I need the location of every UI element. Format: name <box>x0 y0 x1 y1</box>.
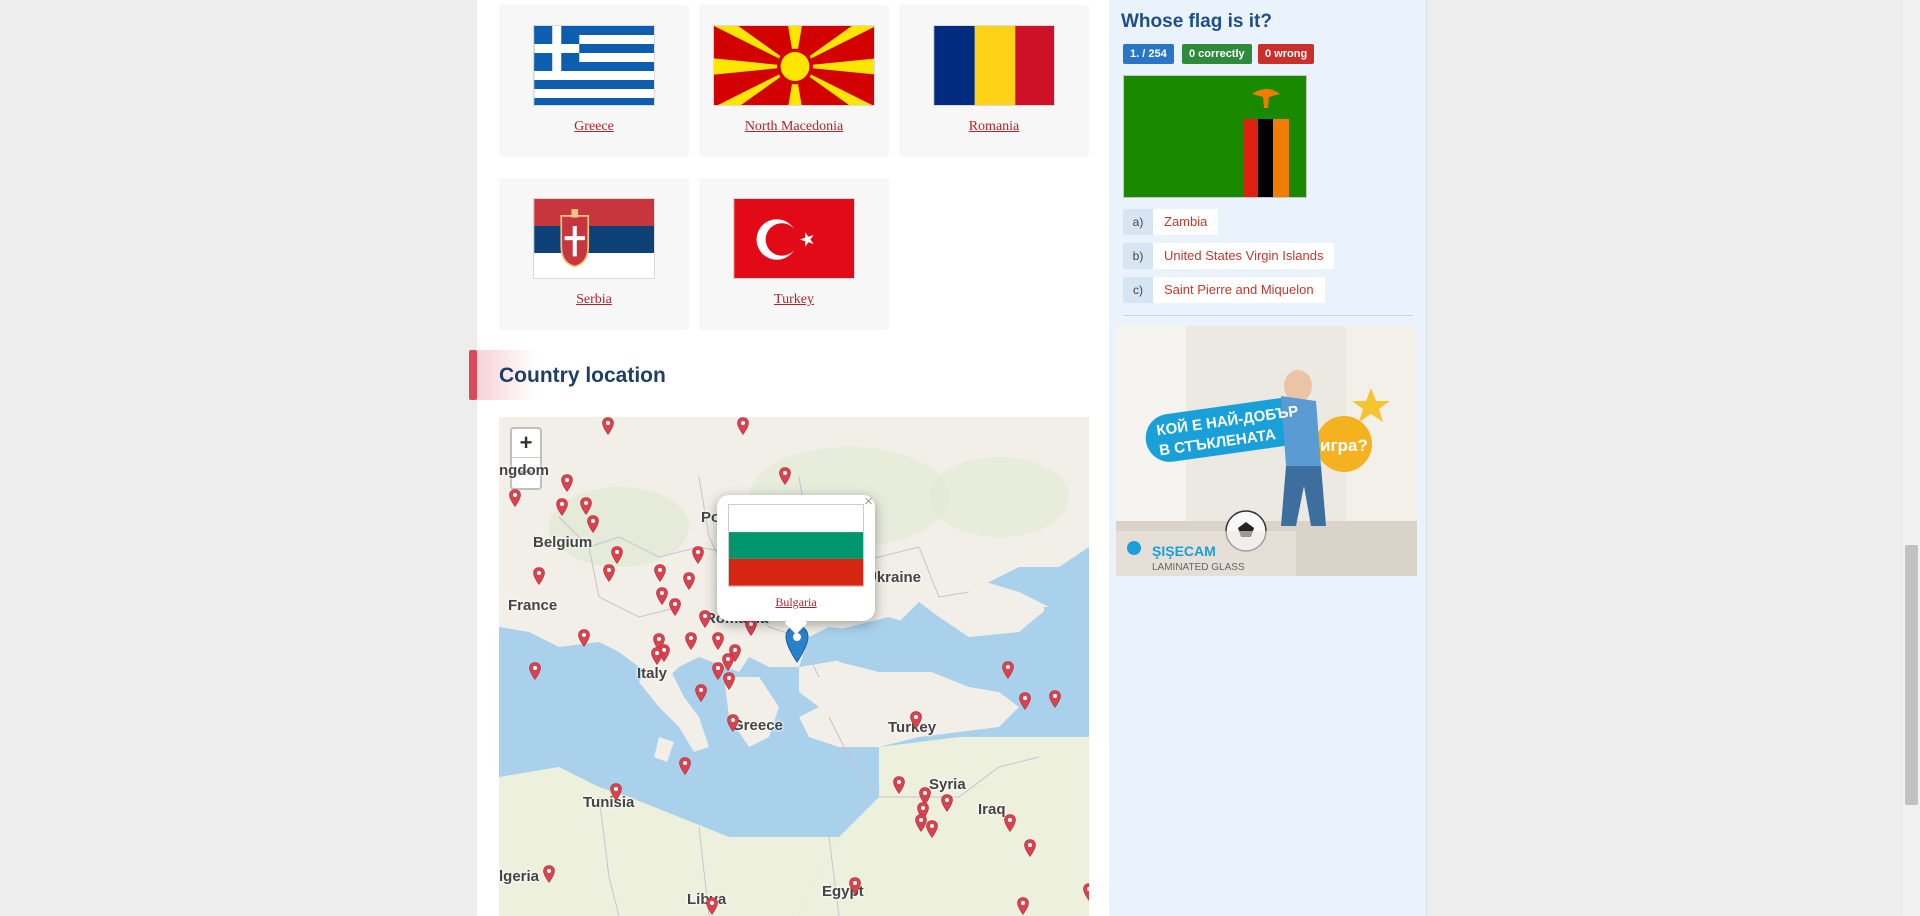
country-marker[interactable] <box>910 711 922 729</box>
country-marker[interactable] <box>529 662 541 680</box>
country-marker[interactable] <box>706 897 718 915</box>
section-title: Country location <box>499 364 666 387</box>
answer-letter: c) <box>1123 277 1153 303</box>
country-marker[interactable] <box>685 632 697 650</box>
popup-close-icon[interactable]: × <box>864 493 873 510</box>
map-label: Syria <box>929 776 966 793</box>
ad-artwork: ŞIŞECAM LAMINATED GLASS КОЙ Е НАЙ-ДОБЪР … <box>1116 326 1417 576</box>
greece-flag <box>533 25 655 106</box>
country-marker[interactable] <box>679 757 691 775</box>
country-marker[interactable] <box>1024 839 1036 857</box>
country-marker[interactable] <box>1017 897 1029 915</box>
flag-label-romania[interactable]: Romania <box>899 119 1089 135</box>
answer-text[interactable]: Zambia <box>1153 209 1219 235</box>
north-macedonia-flag <box>713 25 875 106</box>
country-marker[interactable] <box>941 794 953 812</box>
turkey-flag <box>733 198 855 279</box>
country-marker[interactable] <box>602 417 614 435</box>
country-marker[interactable] <box>611 546 623 564</box>
country-marker[interactable] <box>669 598 681 616</box>
sidebar-divider <box>1123 315 1413 316</box>
country-marker[interactable] <box>779 467 791 485</box>
country-marker[interactable] <box>651 647 663 665</box>
country-marker[interactable] <box>737 417 749 435</box>
country-marker[interactable] <box>561 474 573 492</box>
answer-letter: a) <box>1123 209 1153 235</box>
country-marker[interactable] <box>1019 692 1031 710</box>
country-marker[interactable] <box>578 629 590 647</box>
answer-letter: b) <box>1123 243 1153 269</box>
serbia-flag <box>533 198 655 279</box>
country-marker[interactable] <box>683 572 695 590</box>
flag-label-turkey[interactable]: Turkey <box>699 292 889 308</box>
flag-label-serbia[interactable]: Serbia <box>499 292 689 308</box>
advertisement-banner[interactable]: ŞIŞECAM LAMINATED GLASS КОЙ Е НАЙ-ДОБЪР … <box>1116 326 1417 576</box>
scrollbar-thumb[interactable] <box>1905 545 1918 805</box>
country-popup: × Bulgaria <box>717 493 875 635</box>
country-map[interactable]: + − ngdom Belgium Po Ukraine France Roma… <box>499 417 1089 916</box>
romania-flag <box>933 25 1055 106</box>
wrong-badge: 0 wrong <box>1258 44 1315 64</box>
quiz-sidebar: Whose flag is it? 1. / 254 0 correctly 0… <box>1109 0 1427 916</box>
country-marker[interactable] <box>509 489 521 507</box>
map-label: France <box>508 597 558 614</box>
country-marker[interactable] <box>556 498 568 516</box>
country-marker[interactable] <box>695 684 707 702</box>
flag-card-serbia[interactable]: Serbia <box>499 178 689 330</box>
ad-brand-subtitle: LAMINATED GLASS <box>1152 562 1245 573</box>
heading-accent-bar <box>469 350 477 400</box>
page-content: Greece North Macedonia Romania Serbia Tu… <box>469 0 1427 916</box>
map-label: Italy <box>637 665 668 682</box>
zoom-in-button[interactable]: + <box>512 429 540 458</box>
section-heading: Country location <box>469 350 1089 400</box>
country-marker[interactable] <box>580 497 592 515</box>
country-marker[interactable] <box>1049 690 1061 708</box>
bulgaria-flag <box>728 504 864 587</box>
zoom-control: + − <box>510 427 542 490</box>
country-marker[interactable] <box>926 820 938 838</box>
country-marker[interactable] <box>1004 814 1016 832</box>
country-marker[interactable] <box>610 783 622 801</box>
country-marker[interactable] <box>849 877 861 895</box>
country-marker[interactable] <box>712 632 724 650</box>
quiz-title: Whose flag is it? <box>1121 11 1272 32</box>
country-marker[interactable] <box>1002 661 1014 679</box>
flag-card-romania[interactable]: Romania <box>899 5 1089 157</box>
map-label: Iraq <box>978 801 1006 818</box>
flag-card-greece[interactable]: Greece <box>499 5 689 157</box>
main-column: Greece North Macedonia Romania Serbia Tu… <box>469 0 1089 916</box>
map-label: Belgium <box>533 534 593 551</box>
answer-text[interactable]: Saint Pierre and Miquelon <box>1153 277 1325 303</box>
country-marker[interactable] <box>587 515 599 533</box>
answer-text[interactable]: United States Virgin Islands <box>1153 243 1335 269</box>
country-marker[interactable] <box>533 567 545 585</box>
map-label: ngdom <box>499 462 549 479</box>
map-label: Greece <box>732 717 783 734</box>
map-label: lgeria <box>499 868 540 885</box>
country-marker[interactable] <box>656 587 668 605</box>
country-marker[interactable] <box>603 564 615 582</box>
flag-card-turkey[interactable]: Turkey <box>699 178 889 330</box>
map-label: Tunisia <box>583 794 635 811</box>
country-marker[interactable] <box>893 776 905 794</box>
flag-card-north-macedonia[interactable]: North Macedonia <box>699 5 889 157</box>
scrollbar[interactable] <box>1903 0 1920 916</box>
correct-badge: 0 correctly <box>1182 44 1252 64</box>
country-marker[interactable] <box>723 672 735 690</box>
country-marker[interactable] <box>1083 883 1089 901</box>
country-marker[interactable] <box>699 610 711 628</box>
popup-country-link[interactable]: Bulgaria <box>717 595 875 610</box>
map-tiles <box>499 417 1089 916</box>
country-marker[interactable] <box>654 564 666 582</box>
progress-badge: 1. / 254 <box>1123 44 1174 64</box>
ad-headline-3: игра? <box>1320 436 1368 455</box>
country-marker[interactable] <box>692 546 704 564</box>
country-marker[interactable] <box>543 865 555 883</box>
flag-label-north-macedonia[interactable]: North Macedonia <box>699 119 889 135</box>
ad-brand: ŞIŞECAM <box>1152 543 1216 559</box>
flag-label-greece[interactable]: Greece <box>499 119 689 135</box>
country-marker[interactable] <box>727 714 739 732</box>
quiz-flag-image <box>1123 75 1307 198</box>
